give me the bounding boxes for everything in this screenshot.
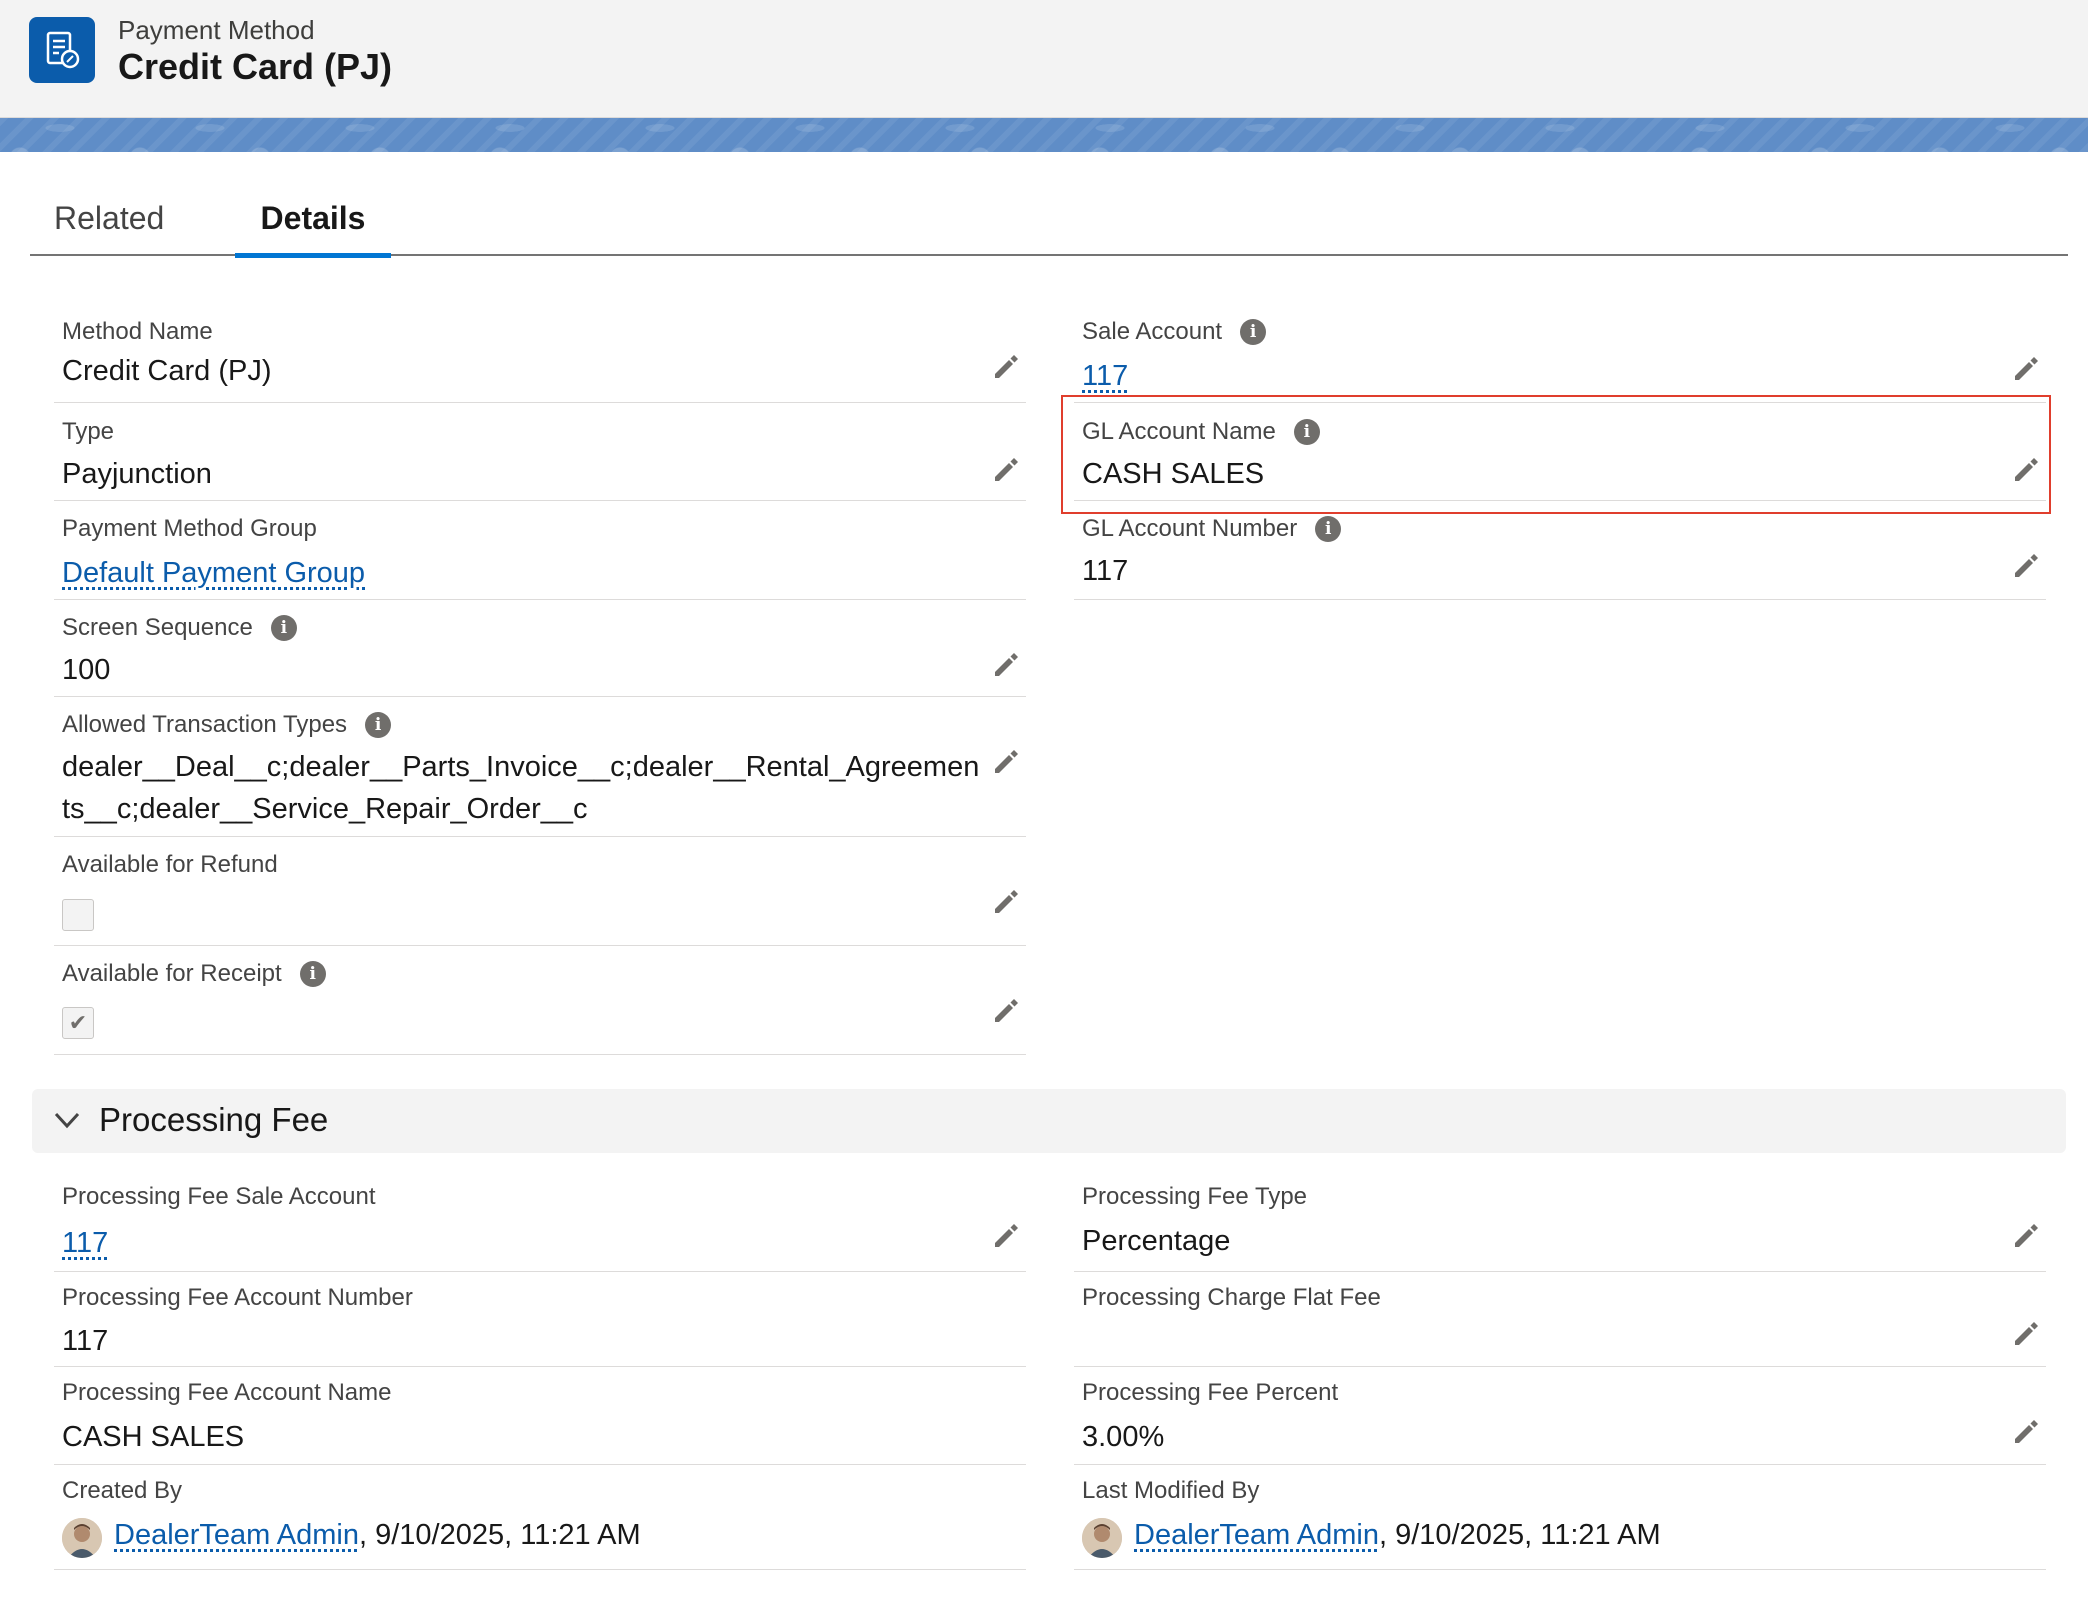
field-last-modified-by: Last Modified By DealerTeam Admin, 9/10/… (1074, 1465, 2046, 1570)
info-icon[interactable]: i (299, 961, 326, 987)
field-label: GL Account Number i (1082, 515, 1342, 543)
field-value: 100 (62, 654, 111, 686)
field-label: Processing Charge Flat Fee (1082, 1284, 1381, 1311)
processing-fee-section-header[interactable]: Processing Fee (32, 1089, 2066, 1153)
info-icon[interactable]: i (365, 712, 392, 738)
pencil-icon[interactable] (990, 455, 1020, 485)
field-label: Sale Account i (1082, 318, 1267, 346)
info-icon[interactable]: i (270, 615, 297, 641)
last-modified-by-line: DealerTeam Admin, 9/10/2025, 11:21 AM (1134, 1519, 1661, 1552)
field-label: Created By (62, 1477, 183, 1504)
sale-account-link[interactable]: 117 (1082, 360, 1128, 393)
field-label: Last Modified By (1082, 1477, 1260, 1504)
created-by-timestamp: , 9/10/2025, 11:21 AM (359, 1519, 641, 1551)
field-created-by: Created By DealerTeam Admin, 9/10/2025, … (54, 1465, 1026, 1570)
object-type-label: Payment Method (118, 15, 315, 45)
pencil-icon[interactable] (990, 1221, 1020, 1251)
section-title: Processing Fee (99, 1101, 329, 1138)
field-screen-sequence: Screen Sequence i 100 (54, 600, 1026, 697)
field-value-line-2: ts__c;dealer__Service_Repair_Order__c (62, 793, 588, 825)
field-label: Type (62, 418, 115, 445)
field-value: Credit Card (PJ) (62, 355, 272, 387)
field-label: Method Name (62, 318, 213, 345)
record-title: Credit Card (PJ) (118, 46, 393, 87)
tab-details[interactable]: Details (235, 186, 391, 258)
pencil-icon[interactable] (2010, 551, 2040, 581)
pencil-icon[interactable] (2010, 1417, 2040, 1447)
field-available-for-receipt: Available for Receipt i ✔ (54, 946, 1026, 1055)
field-label-text: Sale Account (1082, 318, 1223, 345)
payment-method-icon (29, 17, 95, 83)
pencil-icon[interactable] (2010, 1221, 2040, 1251)
receipt-checkbox[interactable]: ✔ (62, 1007, 94, 1039)
field-sale-account: Sale Account i 117 (1074, 310, 2046, 403)
field-value: Payjunction (62, 458, 212, 490)
field-value: CASH SALES (62, 1421, 245, 1453)
field-value: 3.00% (1082, 1421, 1165, 1453)
pencil-icon[interactable] (990, 650, 1020, 680)
field-processing-fee-account-name: Processing Fee Account Name CASH SALES (54, 1367, 1026, 1465)
field-label: Screen Sequence i (62, 614, 297, 642)
pencil-icon[interactable] (990, 996, 1020, 1026)
field-available-for-refund: Available for Refund (54, 837, 1026, 946)
field-label: Processing Fee Sale Account (62, 1183, 376, 1210)
pencil-icon[interactable] (990, 352, 1020, 382)
field-payment-method-group: Payment Method Group Default Payment Gro… (54, 501, 1026, 600)
field-processing-fee-sale-account: Processing Fee Sale Account 117 (54, 1175, 1026, 1272)
last-modified-by-timestamp: , 9/10/2025, 11:21 AM (1379, 1519, 1661, 1551)
record-header: Payment Method Credit Card (PJ) (0, 0, 2088, 118)
field-label-text: Allowed Transaction Types (62, 711, 348, 738)
field-value: 117 (62, 1325, 109, 1357)
refund-checkbox[interactable] (62, 899, 94, 931)
field-processing-fee-type: Processing Fee Type Percentage (1074, 1175, 2046, 1272)
field-label: Available for Receipt i (62, 960, 326, 988)
info-icon[interactable]: i (1240, 319, 1267, 345)
processing-fee-sale-account-link[interactable]: 117 (62, 1227, 108, 1260)
field-label: Payment Method Group (62, 515, 317, 542)
tab-bar: Related Details (30, 186, 2068, 258)
field-gl-account-number: GL Account Number i 117 (1074, 501, 2046, 600)
avatar (62, 1518, 102, 1558)
payment-method-group-link[interactable]: Default Payment Group (62, 557, 365, 590)
field-label: Processing Fee Percent (1082, 1379, 1339, 1406)
field-label: Processing Fee Type (1082, 1183, 1308, 1210)
created-by-line: DealerTeam Admin, 9/10/2025, 11:21 AM (114, 1519, 641, 1552)
field-label: Processing Fee Account Number (62, 1284, 413, 1311)
info-icon[interactable]: i (1315, 516, 1342, 542)
header-banner (0, 118, 2088, 152)
pencil-icon[interactable] (990, 747, 1020, 777)
field-label-text: Screen Sequence (62, 614, 253, 641)
field-value: 117 (1082, 555, 1129, 587)
highlight-box (1061, 395, 2051, 514)
chevron-down-icon[interactable] (50, 1103, 84, 1137)
field-processing-fee-percent: Processing Fee Percent 3.00% (1074, 1367, 2046, 1465)
field-value-line-1: dealer__Deal__c;dealer__Parts_Invoice__c… (62, 751, 980, 783)
field-method-name: Method Name Credit Card (PJ) (54, 310, 1026, 403)
field-value: Percentage (1082, 1225, 1231, 1257)
field-label-text: Available for Receipt (62, 960, 282, 987)
pencil-icon[interactable] (2010, 354, 2040, 384)
field-label: Processing Fee Account Name (62, 1379, 392, 1406)
field-label: Allowed Transaction Types i (62, 711, 392, 739)
tab-related[interactable]: Related (54, 186, 164, 256)
page: Payment Method Credit Card (PJ) Related … (0, 0, 2088, 1600)
pencil-icon[interactable] (990, 887, 1020, 917)
last-modified-by-user-link[interactable]: DealerTeam Admin (1134, 1519, 1379, 1551)
field-label-text: GL Account Number (1082, 515, 1298, 542)
avatar (1082, 1518, 1122, 1558)
field-processing-charge-flat-fee: Processing Charge Flat Fee (1074, 1272, 2046, 1367)
field-allowed-transaction-types: Allowed Transaction Types i dealer__Deal… (54, 697, 1026, 837)
created-by-user-link[interactable]: DealerTeam Admin (114, 1519, 359, 1551)
pencil-icon[interactable] (2010, 1319, 2040, 1349)
field-type: Type Payjunction (54, 403, 1026, 501)
field-label: Available for Refund (62, 851, 278, 878)
field-processing-fee-account-number: Processing Fee Account Number 117 (54, 1272, 1026, 1367)
